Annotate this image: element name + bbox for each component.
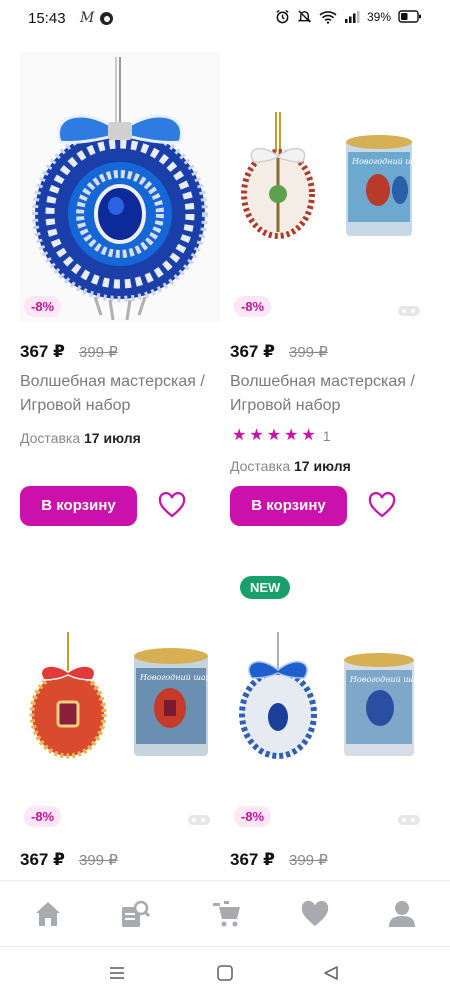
alarm-icon: [276, 9, 289, 24]
delivery-date: 17 июля: [294, 458, 351, 474]
delivery-info: Доставка 17 июля: [230, 458, 351, 474]
product-image-blue-silver-ornament-set[interactable]: Новогодний шар: [230, 632, 430, 782]
star-icon: ★: [284, 427, 299, 444]
delivery-label: Доставка: [20, 430, 81, 446]
image-pagination-dots: [398, 306, 420, 316]
home-icon[interactable]: [33, 899, 63, 929]
add-to-cart-button[interactable]: В корзину: [230, 486, 347, 526]
product-image-red-ornament-set[interactable]: Новогодний шар: [230, 112, 430, 262]
product-old-price: 399 ₽: [79, 344, 118, 361]
cart-icon[interactable]: [212, 899, 242, 929]
product-title[interactable]: Волшебная мастерская / Игровой набор: [20, 370, 225, 418]
delivery-info: Доставка 17 июля: [20, 430, 141, 446]
delivery-date: 17 июля: [84, 430, 141, 446]
product-price: 367 ₽: [20, 850, 65, 869]
discount-badge: -8%: [234, 806, 272, 827]
gmail-notification-icon: M: [80, 10, 95, 26]
mute-bell-icon: [297, 10, 312, 23]
battery-percent: 39%: [366, 9, 391, 24]
image-pagination-dots: [188, 815, 210, 825]
discount-badge: -8%: [24, 806, 62, 827]
add-to-cart-button[interactable]: В корзину: [20, 486, 137, 526]
rating-count: 1: [322, 428, 331, 444]
product-title[interactable]: Волшебная мастерская / Игровой набор: [230, 370, 435, 418]
status-bar: 15:43 M 39%: [0, 0, 450, 40]
chrome-notification-icon: [100, 12, 113, 25]
star-icon: ★: [301, 427, 316, 444]
bottom-navigation: [0, 880, 450, 946]
back-triangle-icon[interactable]: [322, 964, 340, 982]
delivery-label: Доставка: [230, 458, 291, 474]
status-time: 15:43: [28, 10, 66, 27]
new-badge: NEW: [240, 576, 291, 599]
favorite-heart-button[interactable]: [367, 491, 397, 521]
product-old-price: 399 ₽: [289, 344, 328, 361]
packaging-label: Новогодний шар: [349, 675, 421, 684]
image-pagination-dots: [398, 815, 420, 825]
star-icon: ★: [232, 427, 247, 444]
signal-icon: [344, 10, 360, 23]
discount-badge: -8%: [234, 296, 272, 317]
star-icon: ★: [249, 427, 264, 444]
home-square-icon[interactable]: [216, 964, 234, 982]
product-card[interactable]: NEW Новогодний шар -8% 367 ₽ 399 ₽: [230, 560, 440, 880]
product-card[interactable]: Новогодний шар -8% 367 ₽ 399 ₽ Волшебная…: [230, 40, 440, 540]
favorite-heart-button[interactable]: [157, 491, 187, 521]
product-rating: ★ ★ ★ ★ ★ 1: [232, 427, 331, 445]
packaging-label: Новогодний шар: [351, 157, 423, 166]
product-old-price: 399 ₽: [79, 852, 118, 869]
star-icon: ★: [266, 427, 282, 444]
battery-icon: [398, 10, 421, 23]
packaging-label: Новогодний шар: [139, 673, 211, 682]
product-price: 367 ₽: [230, 850, 275, 869]
favorites-icon[interactable]: [300, 899, 330, 929]
product-image-gold-ornament-set[interactable]: Новогодний шар: [20, 632, 220, 782]
discount-badge: -8%: [24, 296, 62, 317]
status-icons: 39%: [275, 9, 422, 24]
product-image-blue-ornament[interactable]: [20, 52, 220, 322]
wifi-icon: [319, 10, 337, 24]
product-price: 367 ₽: [230, 342, 275, 361]
recent-apps-icon[interactable]: [108, 964, 126, 982]
profile-icon[interactable]: [387, 899, 417, 929]
product-price: 367 ₽: [20, 342, 65, 361]
system-navigation-bar: [0, 946, 450, 1000]
product-card[interactable]: -8% 367 ₽ 399 ₽ Волшебная мастерская / И…: [20, 40, 230, 540]
product-old-price: 399 ₽: [289, 852, 328, 869]
catalog-search-icon[interactable]: [120, 899, 150, 929]
product-card[interactable]: Новогодний шар -8% 367 ₽ 399 ₽: [20, 560, 230, 880]
